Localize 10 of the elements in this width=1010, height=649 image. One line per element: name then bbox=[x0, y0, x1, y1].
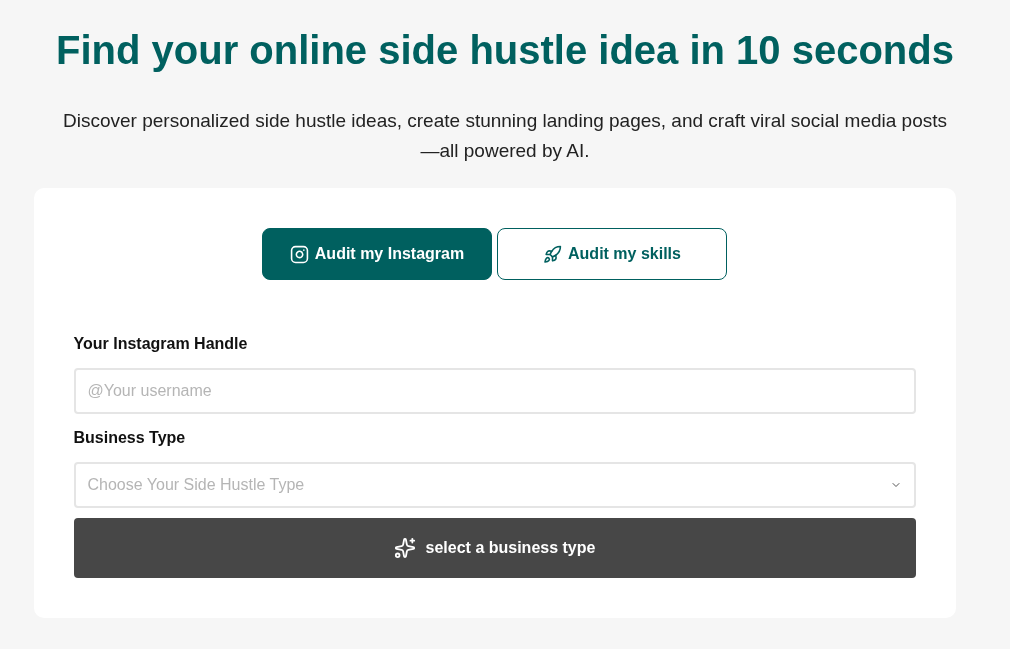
tab[interactable]: Audit my skills bbox=[497, 228, 727, 280]
page-subtitle: Discover personalized side hustle ideas, create stunning landing pages, and craft viral social media posts—all powered by AI. bbox=[62, 109, 948, 163]
sparkles-icon bbox=[393, 537, 416, 559]
field-label: Business Type bbox=[73, 428, 187, 448]
tab[interactable]: Audit my Instagram bbox=[262, 228, 492, 280]
handle-input[interactable]: @Your username bbox=[73, 368, 916, 414]
camera-icon bbox=[289, 244, 309, 264]
rocket-icon bbox=[543, 244, 563, 264]
page-title: Find your online side hustle idea in 10 seconds bbox=[56, 27, 954, 74]
field-label: Your Instagram Handle bbox=[73, 334, 249, 354]
